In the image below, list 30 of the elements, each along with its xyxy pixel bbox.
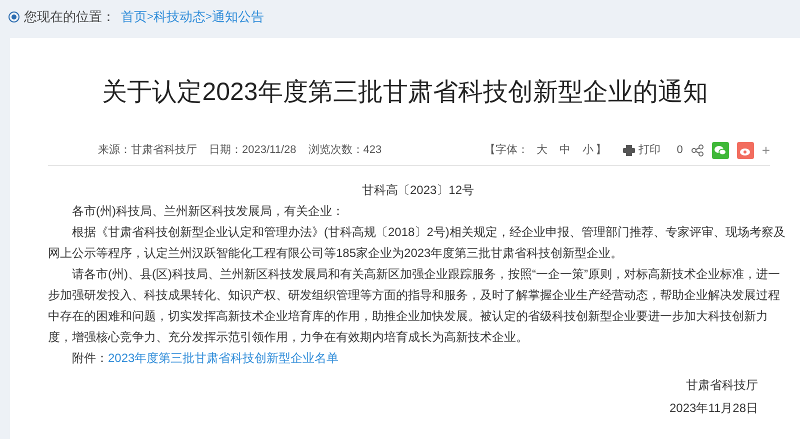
attachment-label: 附件： bbox=[72, 350, 108, 364]
font-size-link[interactable]: 中 bbox=[560, 142, 571, 158]
more-share-link[interactable]: + bbox=[762, 143, 770, 157]
attachment-link[interactable]: 2023年度第三批甘肃省科技创新型企业名单 bbox=[108, 350, 339, 364]
breadcrumb-link[interactable]: 通知公告 bbox=[212, 7, 264, 27]
document-number: 甘科高〔2023〕12号 bbox=[360, 182, 476, 198]
article-title: 关于认定2023年度第三批甘肃省科技创新型企业的通知 bbox=[101, 77, 709, 108]
breadcrumb-link[interactable]: 首页 bbox=[121, 7, 147, 27]
share-count: 0 bbox=[676, 142, 683, 158]
breadcrumb-separator: > bbox=[147, 10, 154, 25]
breadcrumb-separator: > bbox=[205, 10, 212, 25]
breadcrumb-link[interactable]: 科技动态 bbox=[153, 7, 206, 27]
signature-date: 2023年11月28日 bbox=[668, 400, 759, 416]
salutation-text: 各市(州)科技局、兰州新区科技发展局，有关企业： bbox=[71, 202, 345, 220]
views-text: 浏览次数：423 bbox=[308, 142, 382, 158]
date-text: 日期：2023/11/28 bbox=[209, 142, 296, 158]
print-link[interactable]: 打印 bbox=[638, 142, 661, 158]
font-size-bracket: 】 bbox=[596, 142, 607, 158]
breadcrumb-label: 您现在的位置： bbox=[24, 8, 115, 26]
font-size-label: 【字体： bbox=[484, 142, 529, 158]
location-icon bbox=[8, 11, 20, 23]
body-paragraph: 请各市(州)、县(区)科技局、兰州新区科技发展局和有关高新区加强企业跟踪服务，按照“一企一策”原则，对标高新技术企业标准，进一步加强研发投入、科技成果转化、知识产权、研发组织管理等方面的指导和服务，及时了解掌握企业生产经营动态，帮助企业解决发展过程中存在的困难和问题，切实发挥高新技术企业培育库的作用，助推企业加快发展。被认定的省级科技创新型企业要进一步加大科技创新力度，增强核心竞争力、充分发挥示范引领作用，力争在有效期内培育成长为高新技术企业。 bbox=[48, 266, 781, 346]
font-size-link[interactable]: 大 bbox=[536, 142, 548, 158]
wechat-icon[interactable] bbox=[712, 142, 729, 158]
signature-org: 甘肃省科技厅 bbox=[685, 376, 759, 394]
share-icon[interactable] bbox=[690, 144, 704, 156]
font-size-link[interactable]: 小 bbox=[582, 142, 594, 158]
source-text: 来源：甘肃省科技厅 bbox=[98, 142, 197, 158]
weibo-icon[interactable] bbox=[736, 142, 754, 158]
body-paragraph: 根据《甘肃省科技创新型企业认定和管理办法》(甘科高规〔2018〕2号)相关规定，经企业申报、管理部门推荐、专家评审、现场考察及网上公示等程序，认定兰州汉跃智能化工程有限公司等185家企业为2023年度第三批甘肃省科技创新型企业。 bbox=[48, 224, 786, 262]
